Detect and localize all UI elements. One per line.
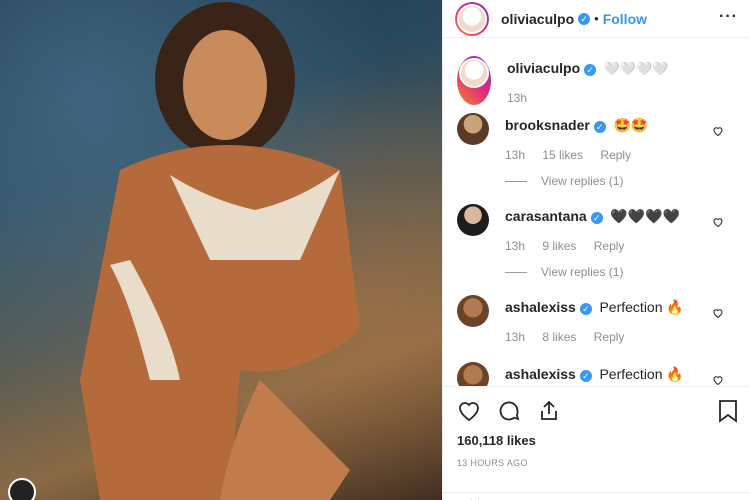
comment-like-heart-icon[interactable] [712,125,724,137]
avatar [459,58,489,88]
comment-body: brooksnader ✓ 🤩🤩 13h 15 likes Reply View … [505,113,738,188]
caption-time[interactable]: 13h [507,91,527,105]
avatar [457,3,487,34]
verified-icon: ✓ [593,120,606,133]
commenter-avatar[interactable] [457,113,489,145]
comment-item: carasantana ✓ 🖤🖤🖤🖤 13h 9 likes Reply View… [457,204,738,279]
post-timestamp[interactable]: 13 HOURS AGO [457,458,737,468]
header-username[interactable]: oliviaculpo [501,11,574,27]
bookmark-icon[interactable] [717,399,739,423]
comment-text: Perfection 🔥 [599,299,684,315]
verified-icon: ✓ [590,211,603,224]
comment-item: ashalexiss ✓ Perfection 🔥 13h 8 likes Rep… [457,295,738,344]
heart-icon[interactable] [457,399,481,423]
comment-body: ashalexiss ✓ Perfection 🔥 13h 8 likes Rep… [505,295,738,344]
likes-count[interactable]: 160,118 likes [457,433,737,448]
commenter-avatar[interactable] [457,295,489,327]
header-separator: • [594,11,599,26]
add-comment-input[interactable]: Add a comment... [443,492,750,500]
post-actions: 160,118 likes 13 HOURS AGO Add a comment… [443,386,750,500]
comment-body: ashalexiss ✓ Perfection 🔥 [505,362,738,386]
comments-list[interactable]: oliviaculpo ✓ 🤍🤍🤍🤍 13h brooksnader ✓ 🤩🤩 13… [443,38,750,386]
comment-text: 🤩🤩 [613,117,649,133]
avatar-ring[interactable] [455,1,489,36]
follow-button[interactable]: Follow [603,11,647,27]
instagram-post: oliviaculpo ✓ • Follow ··· oliviaculpo ✓ … [0,0,750,500]
comment-likes[interactable]: 15 likes [542,148,583,162]
replies-line [505,271,527,273]
caption-meta: 13h [507,91,738,105]
view-replies-label: View replies (1) [541,174,624,188]
replies-line [505,180,527,182]
comment-meta: 13h 9 likes Reply [505,239,738,253]
comment-time[interactable]: 13h [505,239,525,253]
post-header: oliviaculpo ✓ • Follow ··· [443,0,750,38]
commenter-avatar[interactable] [457,204,489,236]
comment-item: ashalexiss ✓ Perfection 🔥 [457,362,738,386]
verified-icon: ✓ [579,302,592,315]
caption: oliviaculpo ✓ 🤍🤍🤍🤍 13h [457,56,738,105]
reply-button[interactable]: Reply [600,148,631,162]
comment-like-heart-icon[interactable] [712,307,724,319]
comment-username[interactable]: carasantana [505,208,587,224]
comment-icon[interactable] [497,399,521,423]
commenter-avatar[interactable] [457,362,489,386]
comment-likes[interactable]: 8 likes [542,330,576,344]
comment-likes[interactable]: 9 likes [542,239,576,253]
view-replies-button[interactable]: View replies (1) [505,265,738,279]
comment-text: Perfection 🔥 [599,366,684,382]
verified-icon: ✓ [584,63,597,76]
comment-username[interactable]: ashalexiss [505,366,576,382]
user-tag-icon[interactable] [8,478,36,500]
reply-button[interactable]: Reply [594,330,625,344]
comment-like-heart-icon[interactable] [712,374,724,386]
photo-subject [80,2,360,500]
view-replies-label: View replies (1) [541,265,624,279]
caption-body: oliviaculpo ✓ 🤍🤍🤍🤍 13h [507,56,738,105]
comment-time[interactable]: 13h [505,330,525,344]
comment-item: brooksnader ✓ 🤩🤩 13h 15 likes Reply View … [457,113,738,188]
share-icon[interactable] [537,399,561,423]
more-horizontal-icon[interactable]: ··· [719,8,738,26]
comment-time[interactable]: 13h [505,148,525,162]
verified-icon: ✓ [579,369,592,382]
caption-avatar[interactable] [457,56,491,105]
caption-text: 🤍🤍🤍🤍 [603,61,669,76]
comment-text: 🖤🖤🖤🖤 [610,208,681,224]
comment-username[interactable]: brooksnader [505,117,590,133]
action-icons [457,397,737,425]
comment-meta: 13h 15 likes Reply [505,148,738,162]
post-photo[interactable] [0,0,442,500]
comment-username[interactable]: ashalexiss [505,299,576,315]
comment-body: carasantana ✓ 🖤🖤🖤🖤 13h 9 likes Reply View… [505,204,738,279]
comment-meta: 13h 8 likes Reply [505,330,738,344]
view-replies-button[interactable]: View replies (1) [505,174,738,188]
reply-button[interactable]: Reply [594,239,625,253]
verified-icon: ✓ [578,12,591,25]
post-sidebar: oliviaculpo ✓ • Follow ··· oliviaculpo ✓ … [442,0,750,500]
comment-like-heart-icon[interactable] [712,216,724,228]
caption-username[interactable]: oliviaculpo [507,60,580,76]
